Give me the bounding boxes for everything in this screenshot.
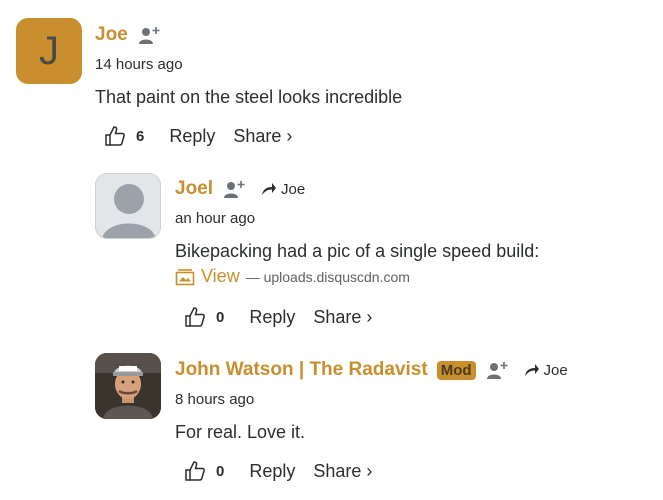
comment-text: For real. Love it. [175, 422, 306, 442]
thumbs-up-icon[interactable] [104, 125, 126, 147]
reply-arrow-icon [524, 364, 539, 376]
view-attachment-link[interactable]: View [201, 266, 240, 287]
like-count: 6 [136, 127, 145, 145]
avatar-letter: J [39, 28, 59, 73]
follow-user-icon[interactable] [223, 179, 247, 199]
like-count: 0 [216, 308, 225, 326]
share-button[interactable]: Share › [313, 461, 372, 482]
reply-arrow-icon [262, 183, 277, 195]
follow-user-icon[interactable] [138, 25, 162, 45]
comment-text: That paint on the steel looks incredible [95, 87, 403, 107]
follow-user-icon[interactable] [486, 360, 510, 380]
image-attachment-icon [175, 268, 195, 285]
attachment: View — uploads.disquscdn.com [175, 266, 410, 287]
author-name[interactable]: John Watson | The Radavist [175, 359, 428, 381]
author-line: Joe [95, 24, 162, 46]
reply-button[interactable]: Reply [249, 461, 295, 482]
comment: J Joe 14 hours ago That paint on the ste… [0, 0, 663, 160]
comment-text: Bikepacking had a pic of a single speed … [175, 241, 540, 261]
like-count: 0 [216, 462, 225, 480]
reply-to[interactable]: Joe [261, 181, 305, 198]
author-name[interactable]: Joe [95, 24, 128, 46]
user-photo [95, 353, 161, 419]
thumbs-up-icon[interactable] [184, 460, 206, 482]
mod-badge: Mod [436, 360, 476, 380]
author-line: Joel Joe [175, 178, 305, 200]
thumbs-up-icon[interactable] [184, 306, 206, 328]
avatar[interactable] [95, 173, 161, 239]
comment-actions: 6 Reply Share › [104, 125, 292, 147]
comment-actions: 0 Reply Share › [184, 306, 372, 328]
author-line: John Watson | The Radavist Mod Joe [175, 359, 568, 381]
reply-button[interactable]: Reply [249, 307, 295, 328]
reply-to[interactable]: Joe [524, 362, 568, 379]
author-name[interactable]: Joel [175, 178, 213, 200]
attachment-domain: — uploads.disquscdn.com [245, 268, 410, 285]
avatar[interactable]: J [16, 18, 82, 84]
timestamp[interactable]: an hour ago [175, 210, 255, 227]
comment-actions: 0 Reply Share › [184, 460, 372, 482]
reply-to-name: Joe [543, 361, 568, 379]
share-button[interactable]: Share › [313, 307, 372, 328]
timestamp[interactable]: 14 hours ago [95, 56, 183, 73]
default-avatar-icon [102, 184, 156, 238]
comment: Joel Joe an hour ago Bikepacking had a p… [0, 160, 663, 340]
avatar[interactable] [95, 353, 161, 419]
comment: John Watson | The Radavist Mod Joe 8 hou… [0, 340, 663, 500]
reply-button[interactable]: Reply [169, 126, 215, 147]
timestamp[interactable]: 8 hours ago [175, 391, 254, 408]
reply-to-name: Joe [281, 180, 306, 198]
share-button[interactable]: Share › [233, 126, 292, 147]
